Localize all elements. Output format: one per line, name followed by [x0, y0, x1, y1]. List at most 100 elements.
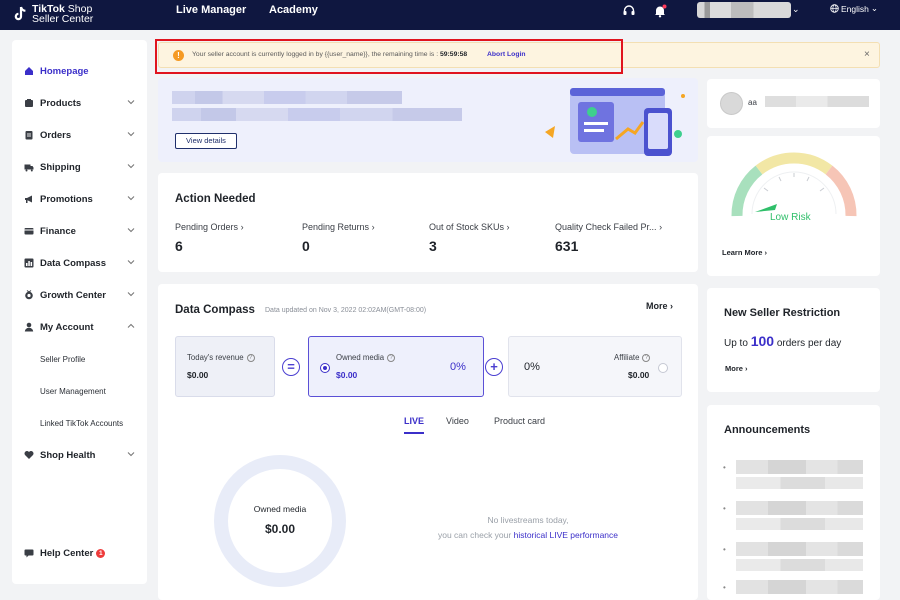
announcements-title: Announcements [724, 424, 811, 436]
empty-line-2: you can check your [437, 530, 514, 540]
radio-selected-icon[interactable] [320, 363, 330, 373]
sidebar-item-label: Growth Center [40, 289, 106, 301]
sidebar-item-label: Data Compass [40, 257, 106, 269]
view-details-button[interactable]: View details [175, 133, 237, 149]
owned-media-percent: 0% [450, 361, 466, 373]
chevron-right-icon: › [506, 222, 510, 232]
account-icon [24, 322, 34, 332]
chevron-right-icon: › [745, 364, 748, 373]
bullet: • [723, 463, 726, 472]
language-label: English [841, 3, 869, 14]
user-account-menu[interactable] [697, 2, 791, 18]
chevron-up-icon [127, 323, 135, 328]
tab-product-card[interactable]: Product card [494, 416, 545, 426]
sidebar-sub-seller-profile[interactable]: Seller Profile [40, 355, 85, 364]
sidebar-sub-linked-tiktok-accounts[interactable]: Linked TikTok Accounts [40, 419, 123, 428]
sidebar-item-homepage[interactable]: Homepage [24, 62, 136, 80]
sidebar: Homepage Products Orders Shipping Promot… [12, 40, 147, 584]
redacted-text [736, 460, 863, 474]
owned-media-card[interactable]: Owned media? $0.00 0% [308, 336, 484, 397]
metric-value: 631 [555, 238, 579, 254]
historical-live-performance-link[interactable]: historical LIVE performance [514, 530, 618, 540]
more-link[interactable]: More › [646, 301, 673, 311]
radio-unselected-icon[interactable] [658, 363, 668, 373]
affiliate-card[interactable]: 0% Affiliate? $0.00 [508, 336, 682, 397]
owned-media-donut: Owned media $0.00 [214, 455, 346, 587]
shipping-icon [24, 164, 34, 172]
bullet: • [723, 545, 726, 554]
data-updated-text: Data updated on Nov 3, 2022 02:02AM(GMT-… [265, 307, 427, 314]
top-navigation-bar: TikTok Shop Seller Center Live Manager A… [0, 0, 900, 30]
sidebar-item-label: Promotions [40, 193, 93, 205]
metric-pending-orders[interactable]: Pending Orders › 6 [175, 222, 244, 254]
announcement-item[interactable]: • [723, 460, 863, 489]
account-health-card: Low Risk Learn More › [707, 136, 880, 276]
announcement-item[interactable]: • [723, 580, 863, 598]
orders-icon [25, 131, 33, 140]
chevron-down-icon [127, 260, 135, 265]
headset-icon[interactable] [622, 4, 636, 18]
restriction-more-link[interactable]: More › [725, 364, 748, 373]
revenue-label-row: Today's revenue? [187, 353, 255, 362]
notification-badge: 1 [96, 548, 106, 558]
empty-line-1: No livestreams today, [487, 515, 569, 525]
sidebar-item-products[interactable]: Products [24, 94, 136, 112]
more-label: More [646, 301, 668, 311]
announcement-item[interactable]: • [723, 501, 863, 530]
chevron-down-icon[interactable]: ⌄ [792, 4, 800, 15]
banner-illustration [545, 88, 685, 156]
redacted-text [172, 108, 462, 121]
chevron-down-icon [127, 132, 135, 137]
tab-video[interactable]: Video [446, 416, 469, 426]
tab-live[interactable]: LIVE [404, 416, 424, 426]
metric-value: 3 [429, 238, 437, 254]
chevron-down-icon [127, 228, 135, 233]
sidebar-item-shop-health[interactable]: Shop Health [24, 446, 136, 464]
restriction-title: New Seller Restriction [724, 307, 841, 319]
sidebar-item-shipping[interactable]: Shipping [24, 158, 136, 176]
sidebar-item-finance[interactable]: Finance [24, 222, 136, 240]
action-needed-title: Action Needed [175, 193, 256, 205]
sidebar-item-promotions[interactable]: Promotions [24, 190, 136, 208]
chevron-down-icon [127, 164, 135, 169]
affiliate-label: Affiliate [614, 353, 640, 362]
sidebar-item-label: Shop Health [40, 449, 96, 461]
revenue-label: Today's revenue [187, 353, 244, 362]
help-icon[interactable]: ? [246, 353, 255, 362]
nav-live-manager[interactable]: Live Manager [176, 4, 246, 16]
chevron-right-icon: › [670, 301, 674, 311]
language-selector[interactable]: English ⌄ [830, 3, 878, 14]
sidebar-item-help-center[interactable]: Help Center 1 [24, 544, 136, 562]
metric-out-of-stock-skus[interactable]: Out of Stock SKUs › 3 [429, 222, 510, 254]
metric-quality-check-failed[interactable]: Quality Check Failed Pr... › 631 [555, 222, 662, 254]
chevron-right-icon: › [371, 222, 375, 232]
nav-academy[interactable]: Academy [269, 4, 318, 16]
redacted-text [736, 501, 863, 515]
sidebar-sub-user-management[interactable]: User Management [40, 387, 106, 396]
tiktok-shop-logo[interactable]: TikTok Shop Seller Center [12, 1, 93, 27]
redacted-text [736, 580, 863, 594]
chevron-down-icon [127, 452, 135, 457]
data-compass-panel: Data Compass Data updated on Nov 3, 2022… [158, 284, 698, 600]
sidebar-item-my-account[interactable]: My Account [24, 318, 136, 336]
bullet: • [723, 504, 726, 513]
growth-icon [25, 290, 33, 300]
metric-pending-returns[interactable]: Pending Returns › 0 [302, 222, 375, 254]
new-seller-restriction-card: New Seller Restriction Up to 100 orders … [707, 288, 880, 392]
sidebar-item-data-compass[interactable]: Data Compass [24, 254, 136, 272]
announcement-item[interactable]: • [723, 542, 863, 571]
help-icon[interactable]: ? [642, 353, 651, 362]
avatar[interactable] [720, 92, 743, 115]
sidebar-item-orders[interactable]: Orders [24, 126, 136, 144]
metric-label: Quality Check Failed Pr... [555, 222, 657, 232]
home-icon [25, 67, 33, 75]
close-icon[interactable]: × [864, 49, 870, 60]
metric-value: 0 [302, 238, 310, 254]
learn-more-link[interactable]: Learn More › [722, 248, 767, 257]
help-icon[interactable]: ? [387, 353, 396, 362]
restriction-text: Up to 100 orders per day [724, 333, 841, 349]
notification-bell-icon[interactable] [653, 4, 667, 18]
risk-level-label: Low Risk [770, 212, 811, 223]
help-icon [24, 549, 34, 558]
sidebar-item-growth-center[interactable]: Growth Center [24, 286, 136, 304]
